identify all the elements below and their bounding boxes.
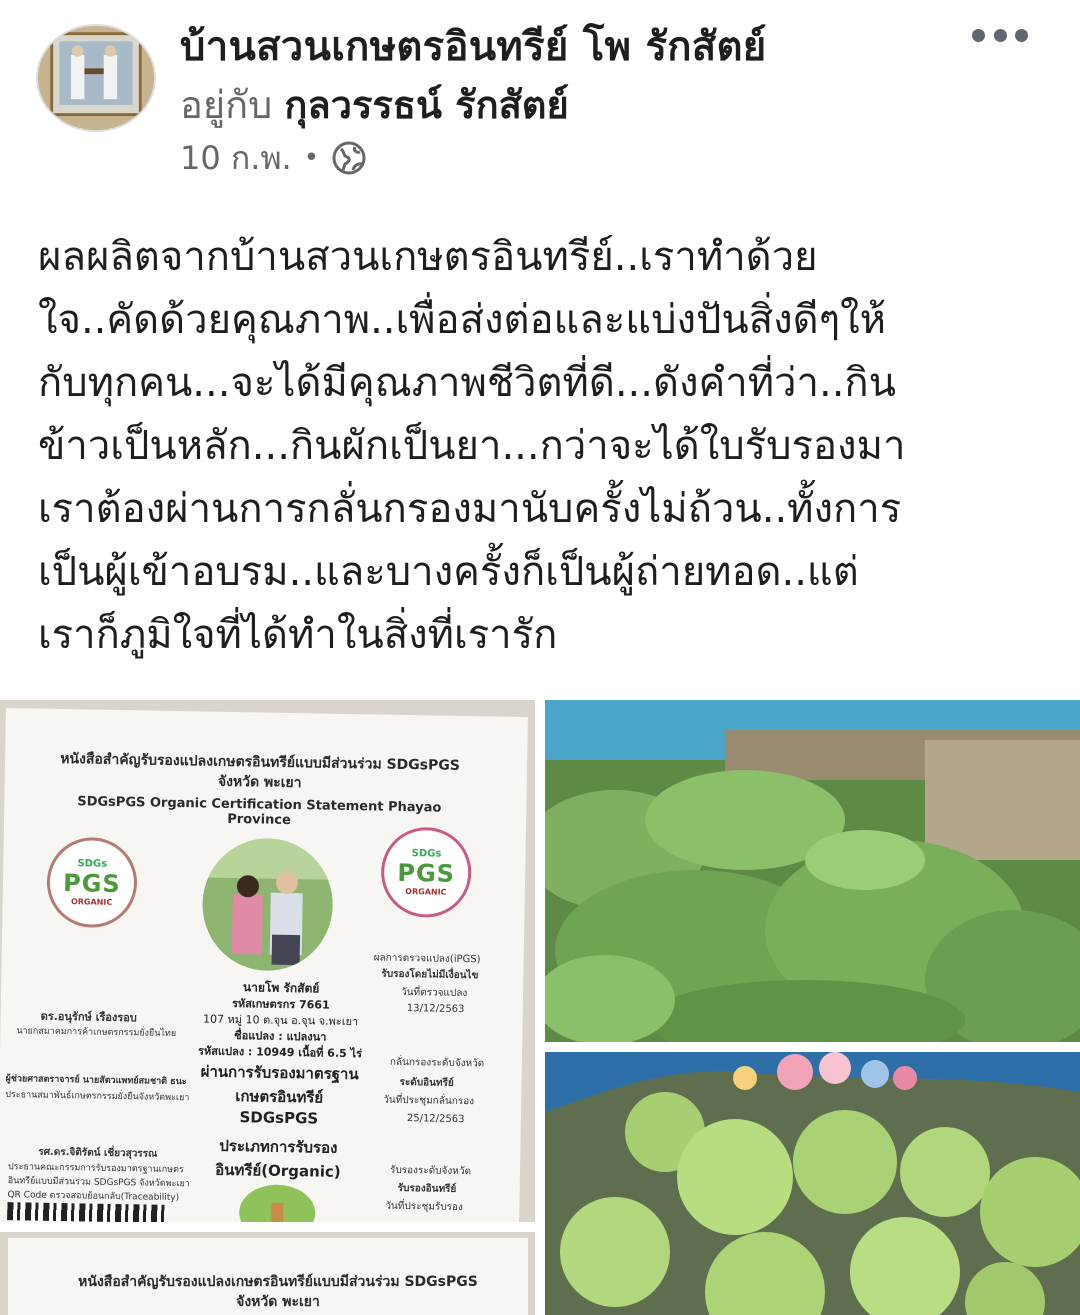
tagged-person-name[interactable]: กุลวรรธน์ รักสัตย์ — [284, 83, 568, 127]
inspect-title: ผลการตรวจแปลง(iPGS) — [373, 952, 481, 966]
cert-title-th: หนังสือสำคัญรับรองแปลงเกษตรอินทรีย์แบบมี… — [68, 1272, 488, 1312]
certificate-photo-2[interactable]: หนังสือสำคัญรับรองแปลงเกษตรอินทรีย์แบบมี… — [0, 1232, 535, 1315]
signer-2-name: ผู้ช่วยศาสตราจารย์ นายสัตวแพทย์สมชาติ ธน… — [5, 1074, 187, 1088]
cert-title-en: SDGsPGS Organic Certification Statement … — [77, 794, 442, 828]
cert-type: อินทรีย์(Organic) — [215, 1160, 341, 1181]
post-text-line: ใจ..คัดด้วยคุณภาพ..เพื่อส่งต่อและแบ่งปัน… — [38, 297, 887, 343]
approve-result: รับรองอินทรีย์ — [397, 1182, 457, 1195]
more-dot — [1015, 28, 1028, 42]
post-text-line: ข้าวเป็นหลัก...กินผักเป็นยา...กว่าจะได้ใ… — [38, 423, 906, 469]
guava-photo[interactable] — [545, 1052, 1080, 1315]
screen-date: 25/12/2563 — [406, 1113, 465, 1126]
passed-standard: ผ่านการรับรองมาตรฐาน — [200, 1062, 359, 1084]
signer-1-role: นายกสมาคมการค้าเกษตรกรรมยั่งยืนไทย — [16, 1026, 177, 1040]
inspect-date: 13/12/2563 — [406, 1003, 465, 1016]
seal-text: ORGANIC — [405, 886, 447, 897]
post-text: ผลผลิตจากบ้านสวนเกษตรอินทรีย์..เราทำด้วย… — [38, 226, 1048, 667]
post-date[interactable]: 10 ก.พ. — [180, 133, 292, 184]
tagged-with-line: อยู่กับ กุลวรรธน์ รักสัตย์ — [180, 74, 569, 135]
standard-line: เกษตรอินทรีย์ — [235, 1087, 324, 1107]
photo-grid: หนังสือสำคัญรับรองแปลงเกษตรอินทรีย์แบบมี… — [0, 700, 1080, 1315]
seal-text: ORGANIC — [70, 897, 113, 907]
farmer-couple-image — [201, 837, 334, 972]
certificate-paper: หนังสือสำคัญรับรองแปลงเกษตรอินทรีย์แบบมี… — [8, 1238, 528, 1315]
screen-date-label: วันที่ประชุมกลั่นกรอง — [383, 1094, 475, 1108]
post-text-line: กับทุกคน...จะได้มีคุณภาพชีวิตที่ดี...ดัง… — [38, 360, 896, 406]
more-dot — [972, 28, 985, 42]
seal-text: PGS — [397, 858, 456, 888]
vegetable-garden-image — [545, 700, 1080, 1042]
post-meta: 10 ก.พ. • — [180, 138, 367, 178]
signer-3-name: รศ.ดร.จิติรัตน์ เชี่ยวสุวรรณ — [38, 1146, 158, 1160]
screen-level: กลั่นกรองระดับจังหวัด — [389, 1056, 485, 1070]
signer-2-role: ประธานสมาพันธ์เกษตรกรรมยั่งยืนจังหวัดพะเ… — [5, 1090, 190, 1104]
seal-text: SDGs — [411, 848, 442, 860]
farmer-photo — [201, 837, 334, 972]
post-header: บ้านสวนเกษตรอินทรีย์ โพ รักสัตย์ อยู่กับ… — [0, 0, 1080, 200]
more-options-icon[interactable] — [972, 20, 1028, 50]
with-prefix: อยู่กับ — [180, 83, 273, 127]
inspect-date-label: วันที่ตรวจแปลง — [401, 986, 468, 1000]
post-text-line: เราก็ภูมิใจที่ได้ทำในสิ่งที่เรารัก — [38, 612, 558, 658]
page-name[interactable]: บ้านสวนเกษตรอินทรีย์ โพ รักสัตย์ — [180, 14, 767, 78]
more-dot — [993, 28, 1007, 42]
avatar-photo — [38, 26, 154, 130]
signer-1-name: ดร.อนุรักษ์ เรืองรอบ — [40, 1009, 137, 1025]
approve-date-label: วันที่ประชุมรับรอง — [385, 1200, 463, 1214]
globe-icon — [332, 141, 366, 175]
certificate-photo[interactable]: หนังสือสำคัญรับรองแปลงเกษตรอินทรีย์แบบมี… — [0, 700, 535, 1222]
cert-type: ประเภทการรับรอง — [219, 1136, 338, 1157]
tree-logo — [239, 1184, 316, 1222]
standard-line: SDGsPGS — [239, 1108, 319, 1128]
inspect-result: รับรองโดยไม่มีเงื่อนไข — [381, 968, 479, 982]
pgs-seal-logo: SDGs PGS ORGANIC — [46, 836, 138, 929]
meta-separator: • — [303, 143, 320, 173]
vegetable-garden-photo[interactable] — [545, 700, 1080, 1042]
screen-result: ระดับอินทรีย์ — [399, 1076, 454, 1089]
post-text-line: เราต้องผ่านการกลั่นกรองมานับครั้งไม่ถ้วน… — [38, 486, 902, 532]
approve-level: รับรองระดับจังหวัด — [389, 1164, 472, 1178]
post-text-line: เป็นผู้เข้าอบรม..และบางครั้งก็เป็นผู้ถ่า… — [38, 549, 859, 595]
pgs-seal-logo: SDGs PGS ORGANIC — [380, 826, 472, 919]
cert-title-line: หนังสือสำคัญรับรองแปลงเกษตรอินทรีย์แบบมี… — [78, 1274, 478, 1290]
cert-title-line: จังหวัด พะเยา — [236, 1294, 320, 1310]
certificate-paper: หนังสือสำคัญรับรองแปลงเกษตรอินทรีย์แบบมี… — [0, 708, 528, 1222]
guava-basket-image — [545, 1052, 1080, 1315]
seal-text: PGS — [62, 869, 121, 899]
cert-title-th: หนังสือสำคัญรับรองแปลงเกษตรอินทรีย์แบบมี… — [50, 749, 471, 796]
page-avatar[interactable] — [36, 24, 156, 132]
qr-code-strip — [7, 1202, 168, 1222]
post-text-line: ผลผลิตจากบ้านสวนเกษตรอินทรีย์..เราทำด้วย — [38, 234, 818, 280]
seal-text: SDGs — [77, 858, 108, 870]
